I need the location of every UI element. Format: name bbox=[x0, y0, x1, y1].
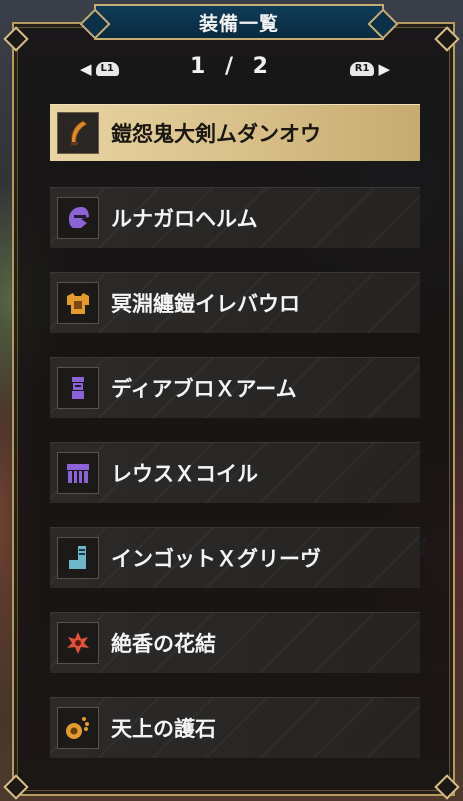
equipment-item-name: 鎧怨鬼大剣ムダンオウ bbox=[111, 122, 321, 146]
right-arrow-icon[interactable]: ▶ bbox=[378, 60, 390, 78]
title-bar: 装備一覧 bbox=[94, 4, 384, 40]
great-sword-icon bbox=[57, 112, 99, 154]
pager: ◀ L1 1 / 2 R1 ▶ bbox=[80, 54, 390, 82]
panel-title: 装備一覧 bbox=[198, 12, 279, 35]
page-indicator: 1 / 2 bbox=[190, 54, 274, 79]
equipment-list: 鎧怨鬼大剣ムダンオウ ルナガロヘルム 冥淵纏鎧イレバウロ ディアブロＸアーム レ… bbox=[50, 104, 420, 782]
flower-ornament-icon bbox=[57, 622, 99, 664]
talisman-icon bbox=[57, 707, 99, 749]
chest-armor-icon bbox=[57, 282, 99, 324]
equipment-item-name: 冥淵纏鎧イレバウロ bbox=[111, 292, 300, 316]
equipment-item-waist[interactable]: レウスＸコイル bbox=[50, 442, 420, 503]
left-arrow-icon[interactable]: ◀ bbox=[80, 60, 92, 78]
equipment-item-arms[interactable]: ディアブロＸアーム bbox=[50, 357, 420, 418]
equipment-item-legs[interactable]: インゴットＸグリーヴ bbox=[50, 527, 420, 588]
equipment-item-charm[interactable]: 絶香の花結 bbox=[50, 612, 420, 673]
l1-button-icon[interactable]: L1 bbox=[95, 62, 119, 76]
next-page-control[interactable]: R1 ▶ bbox=[349, 60, 390, 78]
equipment-item-name: 絶香の花結 bbox=[111, 632, 216, 656]
equipment-item-name: 天上の護石 bbox=[111, 717, 216, 741]
equipment-item-name: ディアブロＸアーム bbox=[111, 377, 297, 401]
equipment-item-name: レウスＸコイル bbox=[111, 462, 258, 486]
equipment-item-talisman[interactable]: 天上の護石 bbox=[50, 697, 420, 758]
arm-armor-icon bbox=[57, 367, 99, 409]
equipment-item-head[interactable]: ルナガロヘルム bbox=[50, 187, 420, 248]
equipment-item-chest[interactable]: 冥淵纏鎧イレバウロ bbox=[50, 272, 420, 333]
equipment-item-name: ルナガロヘルム bbox=[111, 207, 258, 231]
prev-page-control[interactable]: ◀ L1 bbox=[80, 60, 119, 78]
equipment-item-weapon[interactable]: 鎧怨鬼大剣ムダンオウ bbox=[50, 104, 420, 161]
leg-armor-icon bbox=[57, 537, 99, 579]
waist-armor-icon bbox=[57, 452, 99, 494]
helmet-icon bbox=[57, 197, 99, 239]
r1-button-icon[interactable]: R1 bbox=[349, 62, 375, 76]
equipment-item-name: インゴットＸグリーヴ bbox=[111, 547, 321, 571]
